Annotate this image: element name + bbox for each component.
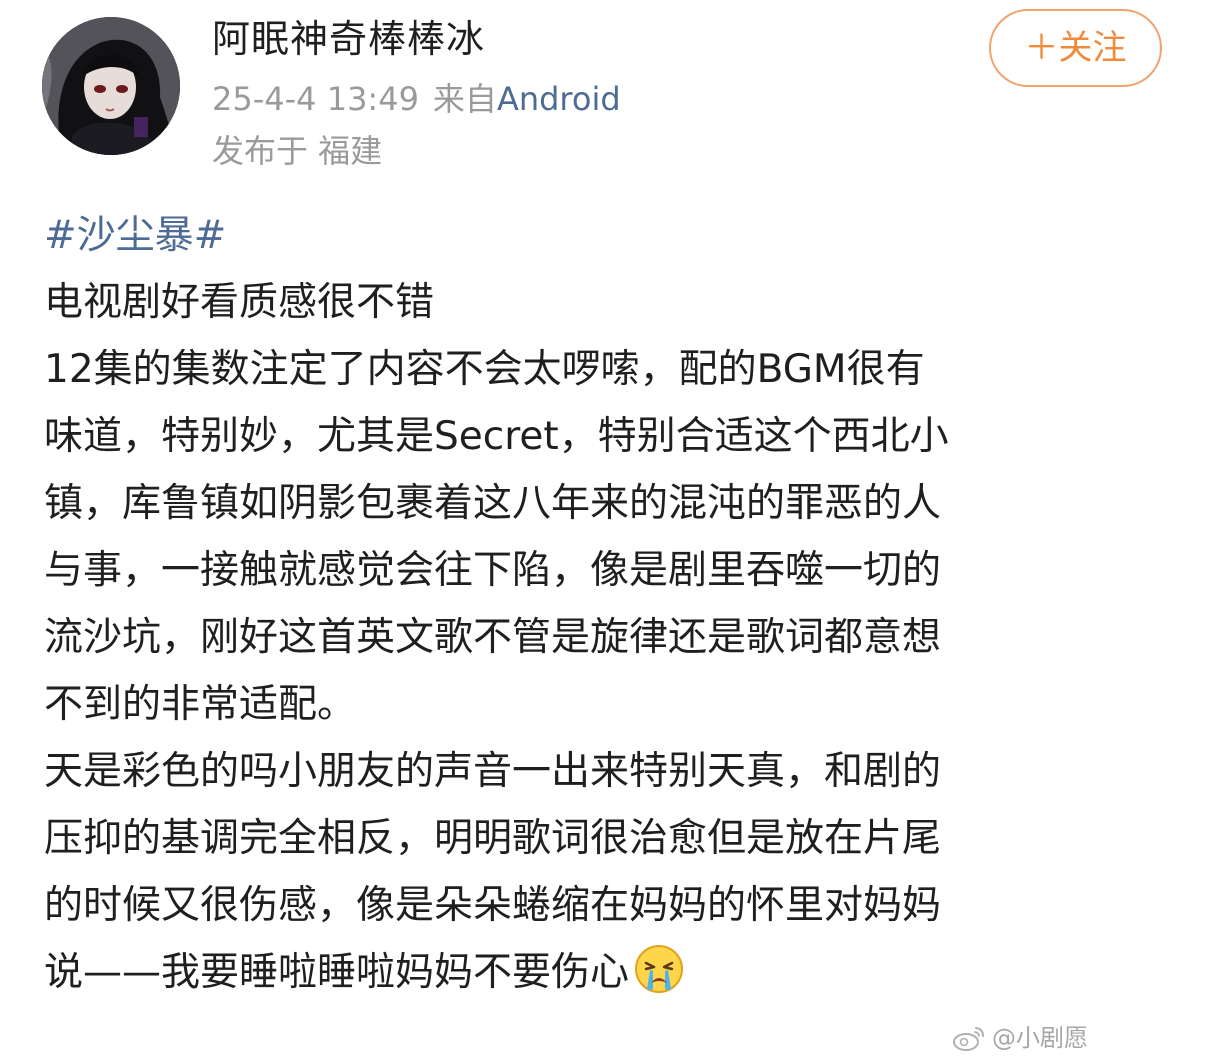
timestamp: 25-4-4 13:49 bbox=[212, 80, 419, 118]
source-app-link[interactable]: Android bbox=[497, 80, 621, 118]
hashtag-link[interactable]: #沙尘暴# bbox=[44, 213, 226, 258]
username[interactable]: 阿眠神奇棒棒冰 bbox=[212, 13, 485, 65]
post-line: 不到的非常适配。 bbox=[44, 682, 357, 727]
post-line: 的时候又很伤感，像是朵朵蜷缩在妈妈的怀里对妈妈 bbox=[44, 883, 942, 928]
watermark-text: @小剧愿 bbox=[992, 1024, 1088, 1052]
post-line: 说——我要睡啦睡啦妈妈不要伤心 bbox=[44, 950, 630, 995]
source-prefix: 来自 bbox=[432, 80, 497, 118]
avatar[interactable] bbox=[42, 17, 180, 155]
post-line: 镇，库鲁镇如阴影包裹着这八年来的混沌的罪恶的人 bbox=[44, 481, 942, 526]
post-line: 味道，特别妙，尤其是Secret，特别合适这个西北小 bbox=[44, 414, 949, 459]
post-line: 与事，一接触就感觉会往下陷，像是剧里吞噬一切的 bbox=[44, 548, 942, 593]
watermark: @小剧愿 bbox=[952, 1020, 1088, 1056]
location: 发布于 福建 bbox=[212, 132, 383, 170]
post-line: 12集的集数注定了内容不会太啰嗦，配的BGM很有 bbox=[44, 347, 925, 392]
weibo-logo-icon bbox=[952, 1024, 986, 1052]
post-line: 电视剧好看质感很不错 bbox=[44, 280, 435, 325]
post-line: 天是彩色的吗小朋友的声音一出来特别天真，和剧的 bbox=[44, 749, 942, 794]
post-line: 压抑的基调完全相反，明明歌词很治愈但是放在片尾 bbox=[44, 816, 942, 861]
post-meta: 25-4-4 13:49 来自Android bbox=[212, 78, 621, 120]
post-line: 流沙坑，刚好这首英文歌不管是旋律还是歌词都意想 bbox=[44, 615, 942, 660]
post-content: #沙尘暴# 电视剧好看质感很不错 12集的集数注定了内容不会太啰嗦，配的BGM很… bbox=[44, 202, 1174, 1006]
follow-button[interactable]: ＋关注 bbox=[989, 9, 1162, 87]
crying-face-icon bbox=[633, 943, 685, 995]
